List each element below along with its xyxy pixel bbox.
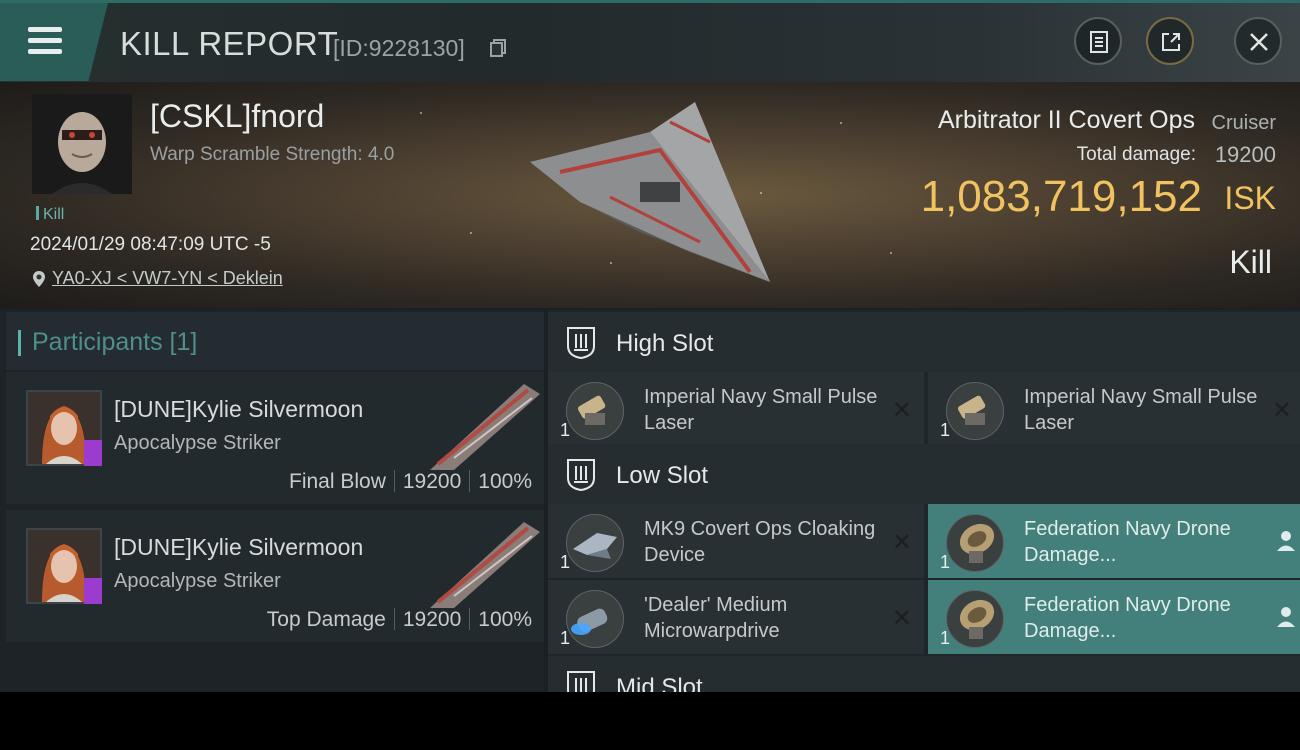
module-name: MK9 Covert Ops Cloaking Device [644,518,876,566]
destroyed-icon: ✕ [1271,397,1292,424]
high-slot-icon [567,327,595,360]
menu-button[interactable] [0,3,108,81]
drone-damage-icon [946,514,1004,572]
participant-percent: 100% [478,608,532,631]
report-id: [ID:9228130] [333,35,465,61]
participant-stats: Top Damage 19200 100% [267,608,532,632]
participant-damage: 19200 [402,470,462,493]
participants-header[interactable]: Participants [1] [6,312,544,370]
module-quantity: 1 [940,420,951,440]
victim-portrait[interactable] [32,94,132,194]
participant-ship: Apocalypse Striker [114,570,281,592]
module-name: Imperial Navy Small Pulse Laser [1024,386,1258,434]
mid-slot-title: Mid Slot [616,674,703,692]
mid-slot-header: Mid Slot [548,656,1300,692]
module-quantity: 1 [560,420,571,440]
menu-icon-bar [28,38,62,43]
avatar [32,94,132,194]
high-slot-title: High Slot [616,330,714,357]
destroyed-icon: ✕ [891,529,912,556]
victim-banner: [CSKL]fnord Warp Scramble Strength: 4.0 … [0,82,1300,308]
close-icon [1250,33,1268,51]
close-button[interactable] [1234,17,1282,65]
low-slot-icon [567,459,595,492]
share-icon [1162,33,1180,51]
menu-icon [28,27,62,32]
location-pin-icon [33,271,45,287]
participant-name[interactable]: [DUNE]Kylie Silvermoon [114,396,363,423]
module-quantity: 1 [940,552,951,572]
top-bar: KILL REPORT [ID:9228130] [0,0,1300,82]
module-name: Federation Navy Drone Damage... [1024,518,1231,566]
clipboard-icon [1090,31,1108,53]
module-quantity: 1 [560,628,571,648]
share-button[interactable] [1146,17,1194,65]
isk-value: 1,083,719,152 [920,172,1202,221]
clipboard-button[interactable] [1074,17,1122,65]
kill-tag: Kill [36,206,64,224]
page-title: KILL REPORT [120,25,339,62]
participants-panel: Participants [1] [DUNE]Kylie Silvermoon … [0,310,544,692]
kill-location-link[interactable]: YA0-XJ < VW7-YN < Deklein [30,268,283,289]
ship-name[interactable]: Arbitrator II Covert Ops [938,106,1195,135]
avatar [26,390,102,466]
kill-tag-label: Kill [43,206,65,223]
result-label: Kill [1229,244,1272,280]
location-text: YA0-XJ < VW7-YN < Deklein [52,268,283,288]
microwarpdrive-icon [566,590,624,648]
low-slot-module[interactable]: 1 'Dealer' Medium Microwarpdrive ✕ [548,580,924,654]
laser-icon [566,382,624,440]
module-name: Federation Navy Drone Damage... [1024,594,1231,642]
destroyed-icon: ✕ [891,397,912,424]
kill-datetime: 2024/01/29 08:47:09 UTC -5 [30,234,271,255]
menu-icon-bar [28,49,62,54]
letterbox-bar [0,692,1300,750]
low-slot-header: Low Slot [548,444,1300,504]
low-slot-module[interactable]: 1 Federation Navy Drone Damage... [928,580,1300,654]
laser-icon [946,382,1004,440]
high-slot-module[interactable]: 1 Imperial Navy Small Pulse Laser ✕ [928,372,1300,446]
module-quantity: 1 [560,552,571,572]
low-slot-module[interactable]: 1 Federation Navy Drone Damage... [928,504,1300,578]
cloak-icon [566,514,624,572]
low-slot-title: Low Slot [616,462,709,489]
person-icon [1277,607,1295,627]
participant-ship-image [430,384,540,470]
participant-role: Top Damage [266,608,386,631]
participant-damage: 19200 [402,608,462,631]
participant-ship: Apocalypse Striker [114,432,281,454]
ship-class: Cruiser [1211,112,1276,134]
module-name: Imperial Navy Small Pulse Laser [644,386,878,434]
person-icon [1277,531,1295,551]
corp-badge [84,578,102,604]
participant-stats: Final Blow 19200 100% [289,470,532,494]
module-quantity: 1 [940,628,951,648]
participant-row[interactable]: [DUNE]Kylie Silvermoon Apocalypse Strike… [6,372,544,504]
corp-badge [84,440,102,466]
kill-report-screen: KILL REPORT [ID:9228130] [CSKL]fnord War… [0,0,1300,692]
participant-role: Final Blow [289,470,386,493]
module-name: 'Dealer' Medium Microwarpdrive [644,594,788,642]
fitting-panel: High Slot 1 Imperial Navy Small Pulse La… [548,310,1300,692]
victim-name[interactable]: [CSKL]fnord [150,98,324,135]
total-damage-value: 19200 [1214,142,1276,167]
drone-damage-icon [946,590,1004,648]
warp-scramble-strength: Warp Scramble Strength: 4.0 [150,144,395,165]
participant-row[interactable]: [DUNE]Kylie Silvermoon Apocalypse Strike… [6,510,544,642]
high-slot-header: High Slot [548,312,1300,372]
isk-unit: ISK [1224,180,1276,216]
destroyed-icon: ✕ [891,605,912,632]
participant-percent: 100% [478,470,532,493]
high-slot-module[interactable]: 1 Imperial Navy Small Pulse Laser ✕ [548,372,924,446]
total-damage-label: Total damage: [1076,144,1196,165]
victim-ship-image[interactable] [520,102,780,292]
participant-ship-image [430,522,540,608]
participant-name[interactable]: [DUNE]Kylie Silvermoon [114,534,363,561]
low-slot-module[interactable]: 1 MK9 Covert Ops Cloaking Device ✕ [548,504,924,578]
mid-slot-icon [567,671,595,692]
avatar [26,528,102,604]
copy-icon[interactable] [490,39,506,57]
participants-title: Participants [1] [17,328,198,356]
